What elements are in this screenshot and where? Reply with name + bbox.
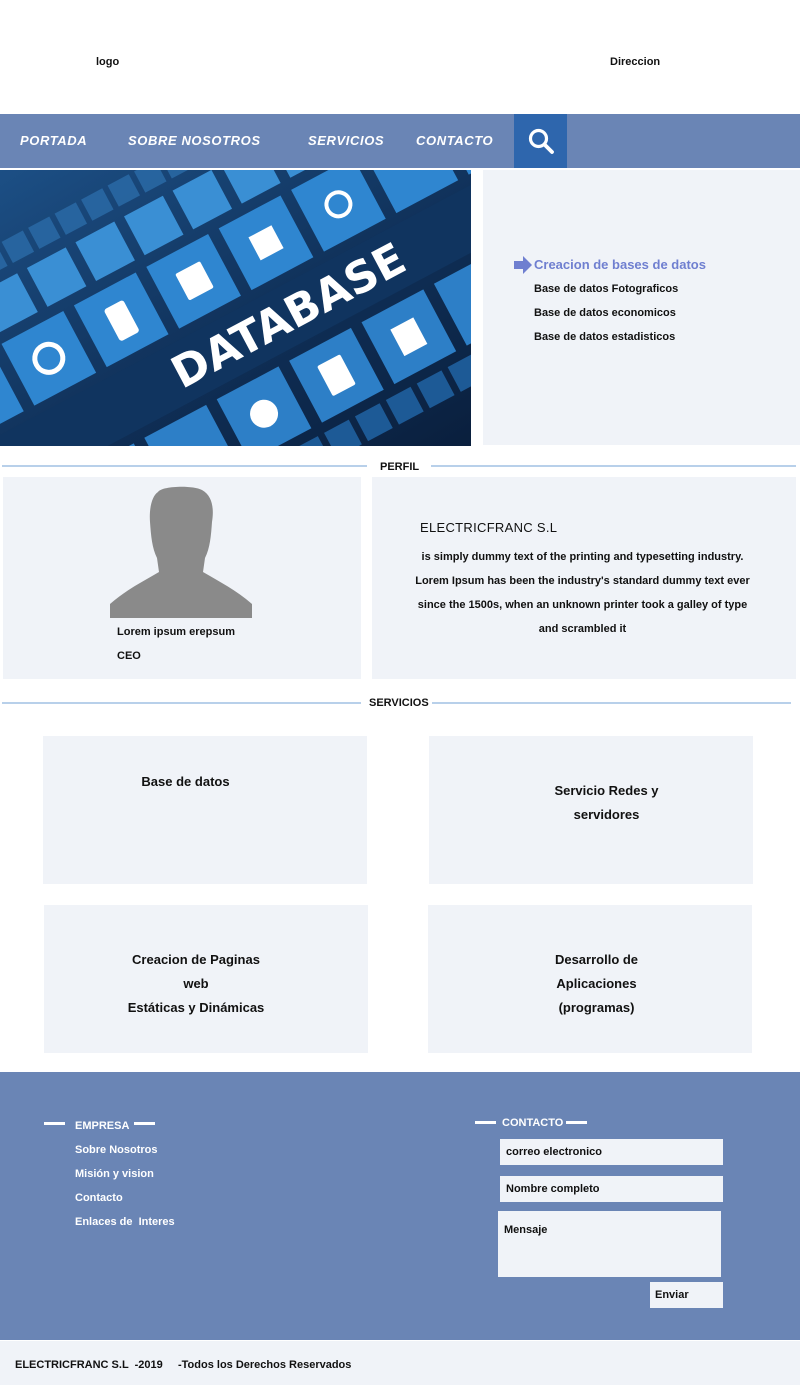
footer-link-contacto[interactable]: Contacto [75, 1192, 123, 1204]
service-title: Base de datos [141, 774, 230, 789]
logo[interactable]: logo [96, 56, 119, 68]
description-line: Lorem Ipsum has been the industry's stan… [415, 575, 750, 587]
nav-item-portada[interactable]: PORTADA [20, 114, 87, 168]
divider-left [2, 702, 361, 704]
service-title: Creacion de Paginas [132, 952, 260, 967]
service-card-aplicaciones[interactable]: Desarrollo de Aplicaciones (programas) [428, 905, 752, 1053]
footer-link-mision[interactable]: Misión y vision [75, 1168, 154, 1180]
avatar-icon [110, 486, 252, 618]
heading-dash [566, 1121, 587, 1124]
section-title-servicios: SERVICIOS [369, 697, 429, 709]
service-title: Aplicaciones [556, 976, 637, 991]
footer-heading-empresa: EMPRESA [75, 1120, 130, 1132]
service-title: web [183, 976, 209, 991]
service-card-base-datos[interactable]: Base de datos [43, 736, 367, 884]
search-icon [528, 128, 554, 154]
description-line: and scrambled it [538, 623, 627, 635]
hero-database-image: DATABASE [0, 170, 471, 446]
nav-item-sobre-nosotros[interactable]: SOBRE NOSOTROS [128, 114, 261, 168]
service-title: Servicio Redes y [554, 783, 659, 798]
footer-heading-contacto: CONTACTO [502, 1117, 564, 1129]
heading-dash [44, 1122, 65, 1125]
service-title: Desarrollo de [554, 952, 639, 967]
nav-item-servicios[interactable]: SERVICIOS [308, 114, 384, 168]
email-field[interactable]: correo electronico [500, 1139, 723, 1165]
service-title: Estáticas y Dinámicas [127, 1000, 265, 1015]
name-field[interactable]: Nombre completo [500, 1176, 723, 1202]
heading-dash [475, 1121, 496, 1124]
heading-dash [134, 1122, 155, 1125]
send-button[interactable]: Enviar [650, 1282, 723, 1308]
service-card-paginas-web[interactable]: Creacion de Paginas web Estáticas y Diná… [44, 905, 368, 1053]
company-description: is simply dummy text of the printing and… [405, 545, 760, 641]
arrow-right-icon [514, 256, 532, 274]
description-line: since the 1500s, when an unknown printer… [417, 599, 748, 611]
copyright-text: ELECTRICFRANC S.L -2019 -Todos los Derec… [15, 1359, 352, 1371]
hero-title[interactable]: Creacion de bases de datos [534, 257, 706, 272]
hero-item-fotograficos[interactable]: Base de datos Fotograficos [534, 283, 678, 295]
search-button[interactable] [514, 114, 567, 168]
person-role: CEO [117, 650, 141, 662]
service-card-redes[interactable]: Servicio Redes y servidores [429, 736, 753, 884]
message-field[interactable]: Mensaje [498, 1211, 721, 1277]
hero-item-estadisticos[interactable]: Base de datos estadisticos [534, 331, 675, 343]
description-line: is simply dummy text of the printing and… [421, 551, 744, 563]
company-name: ELECTRICFRANC S.L [420, 520, 558, 535]
nav-item-contacto[interactable]: CONTACTO [416, 114, 493, 168]
person-name: Lorem ipsum erepsum [117, 626, 235, 638]
divider-left [2, 465, 367, 467]
main-nav: PORTADA SOBRE NOSOTROS SERVICIOS CONTACT… [0, 114, 800, 168]
section-title-perfil: PERFIL [380, 461, 420, 473]
address-label: Direccion [610, 56, 661, 68]
divider-right [432, 702, 791, 704]
footer-link-sobre-nosotros[interactable]: Sobre Nosotros [75, 1144, 158, 1156]
service-title: (programas) [558, 1000, 635, 1015]
hero-item-economicos[interactable]: Base de datos economicos [534, 307, 676, 319]
service-title: servidores [573, 807, 640, 822]
divider-right [431, 465, 796, 467]
footer-link-enlaces[interactable]: Enlaces de Interes [75, 1216, 175, 1228]
